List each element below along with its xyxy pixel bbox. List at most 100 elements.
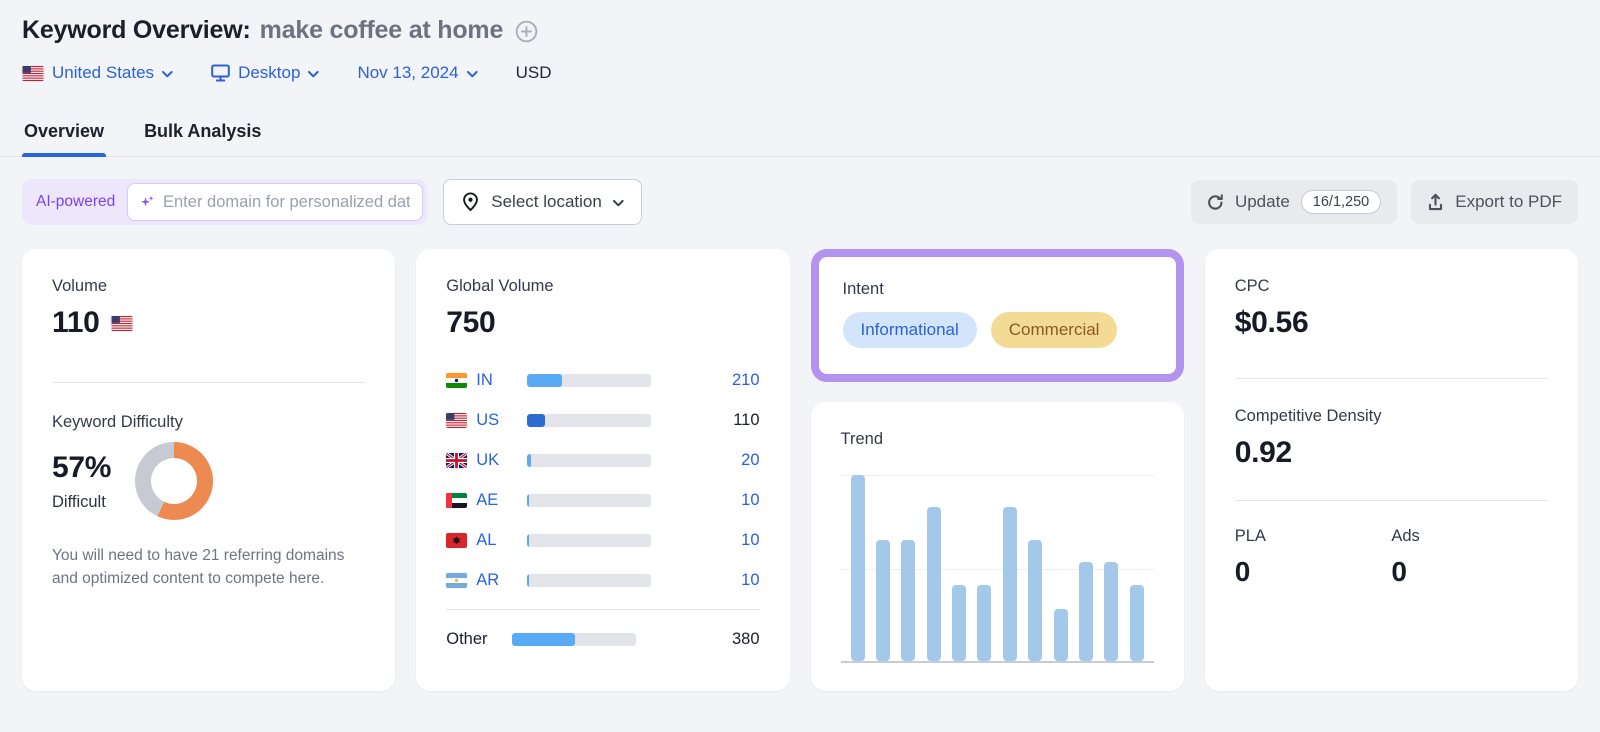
country-code-link[interactable]: AL <box>476 531 512 550</box>
tab-bulk-analysis[interactable]: Bulk Analysis <box>142 113 263 156</box>
toolbar-right-group: Update 16/1,250 Export to PDF <box>1191 180 1578 224</box>
trend-bar <box>927 507 941 661</box>
keyword-overview-page: Keyword Overview: make coffee at home Un… <box>0 0 1600 691</box>
ai-powered-badge: AI-powered <box>36 193 115 211</box>
domain-input[interactable] <box>163 193 410 212</box>
tab-overview[interactable]: Overview <box>22 113 106 156</box>
trend-bar <box>1003 507 1017 661</box>
add-keyword-icon[interactable] <box>515 20 538 43</box>
competitive-density-label: Competitive Density <box>1235 407 1548 426</box>
country-volume-row: AL 10 <box>446 520 759 560</box>
keyword-text: make coffee at home <box>260 16 504 45</box>
ar-flag-icon <box>446 573 467 588</box>
date-selector[interactable]: Nov 13, 2024 <box>357 63 477 83</box>
country-selector-label: United States <box>52 63 154 83</box>
country-volume-bar-fill <box>527 374 562 387</box>
country-volume-bar-fill <box>527 494 529 507</box>
cpc-card: CPC $0.56 Competitive Density 0.92 PLA 0… <box>1205 249 1578 691</box>
kd-donut-chart <box>135 442 213 520</box>
al-flag-icon <box>446 533 467 548</box>
country-volume-bar <box>527 414 651 427</box>
trend-bar <box>1028 540 1042 661</box>
trend-bar <box>1054 609 1068 661</box>
country-volume-bar <box>527 374 651 387</box>
country-volume-row: IN 210 <box>446 360 759 400</box>
pla-label: PLA <box>1235 527 1392 546</box>
country-code-link[interactable]: IN <box>476 371 512 390</box>
chevron-down-icon <box>467 71 478 78</box>
country-code-link[interactable]: AR <box>476 571 512 590</box>
trend-bar <box>851 475 865 661</box>
cpc-value: $0.56 <box>1235 306 1548 340</box>
update-button[interactable]: Update 16/1,250 <box>1191 180 1397 224</box>
trend-bar <box>977 585 991 661</box>
kd-label: Keyword Difficulty <box>52 413 365 432</box>
volume-value: 110 <box>52 306 100 340</box>
update-quota-badge: 16/1,250 <box>1301 190 1381 214</box>
intent-pill-informational: Informational <box>843 312 977 348</box>
sparkle-icon <box>140 195 154 209</box>
trend-bars <box>851 475 1144 661</box>
device-selector-label: Desktop <box>238 63 300 83</box>
country-volume-row: AE 10 <box>446 480 759 520</box>
country-volume-bar-fill <box>527 414 545 427</box>
chart-baseline <box>841 661 1154 663</box>
country-code-link[interactable]: UK <box>476 451 512 470</box>
country-volume-bar-fill <box>527 574 529 587</box>
country-volume-row: UK 20 <box>446 440 759 480</box>
country-volume-row: US 110 <box>446 400 759 440</box>
trend-bar <box>876 540 890 661</box>
intent-trend-column: Intent Informational Commercial Trend <box>811 249 1184 691</box>
export-icon <box>1427 193 1444 211</box>
page-title-label: Keyword Overview: <box>22 16 251 45</box>
title-row: Keyword Overview: make coffee at home <box>22 16 1578 45</box>
domain-input-box[interactable] <box>127 183 423 221</box>
country-volume-bar-fill <box>527 454 530 467</box>
other-label: Other <box>446 630 497 649</box>
location-pin-icon <box>461 192 480 212</box>
country-code-link[interactable]: US <box>476 411 512 430</box>
country-volume-value[interactable]: 10 <box>660 531 759 550</box>
pla-value: 0 <box>1235 556 1392 588</box>
country-volume-row: AR 10 <box>446 560 759 600</box>
volume-label: Volume <box>52 277 365 296</box>
country-volume-bar <box>527 454 651 467</box>
device-selector[interactable]: Desktop <box>211 63 319 83</box>
country-volume-value[interactable]: 20 <box>660 451 759 470</box>
country-volume-bar <box>527 574 651 587</box>
chevron-down-icon <box>613 200 624 207</box>
country-volume-bar <box>527 494 651 507</box>
intent-card: Intent Informational Commercial <box>811 249 1184 382</box>
trend-bar <box>1104 562 1118 661</box>
country-volume-value[interactable]: 10 <box>660 491 759 510</box>
other-volume-row: Other 380 <box>446 619 759 659</box>
trend-label: Trend <box>841 430 1154 449</box>
date-selector-label: Nov 13, 2024 <box>357 63 458 83</box>
country-selector[interactable]: United States <box>22 63 173 83</box>
in-flag-icon <box>446 373 467 388</box>
country-volume-value[interactable]: 210 <box>660 371 759 390</box>
filter-row: United States Desktop Nov 13, 2024 USD <box>22 63 1578 83</box>
kd-note: You will need to have 21 referring domai… <box>52 544 365 591</box>
other-volume-value: 380 <box>645 630 759 649</box>
metrics-cards: Volume 110 Keyword Difficulty 57% Diffic… <box>22 249 1578 691</box>
other-bar-fill <box>512 633 575 646</box>
select-location-button[interactable]: Select location <box>443 179 642 225</box>
global-volume-rows: IN 210 US 110 UK 20 <box>446 360 759 659</box>
chevron-down-icon <box>308 71 319 78</box>
export-pdf-label: Export to PDF <box>1455 192 1562 212</box>
country-code-link[interactable]: AE <box>476 491 512 510</box>
tabs: Overview Bulk Analysis <box>0 113 1600 157</box>
trend-bar <box>952 585 966 661</box>
ads-label: Ads <box>1391 527 1548 546</box>
select-location-label: Select location <box>491 192 602 212</box>
trend-bar <box>1079 562 1093 661</box>
competitive-density-value: 0.92 <box>1235 436 1548 470</box>
export-pdf-button[interactable]: Export to PDF <box>1411 180 1578 224</box>
country-volume-value[interactable]: 10 <box>660 571 759 590</box>
update-label: Update <box>1235 192 1290 212</box>
trend-card: Trend <box>811 402 1184 691</box>
refresh-icon <box>1207 194 1224 211</box>
global-volume-label: Global Volume <box>446 277 759 296</box>
trend-bar <box>901 540 915 661</box>
